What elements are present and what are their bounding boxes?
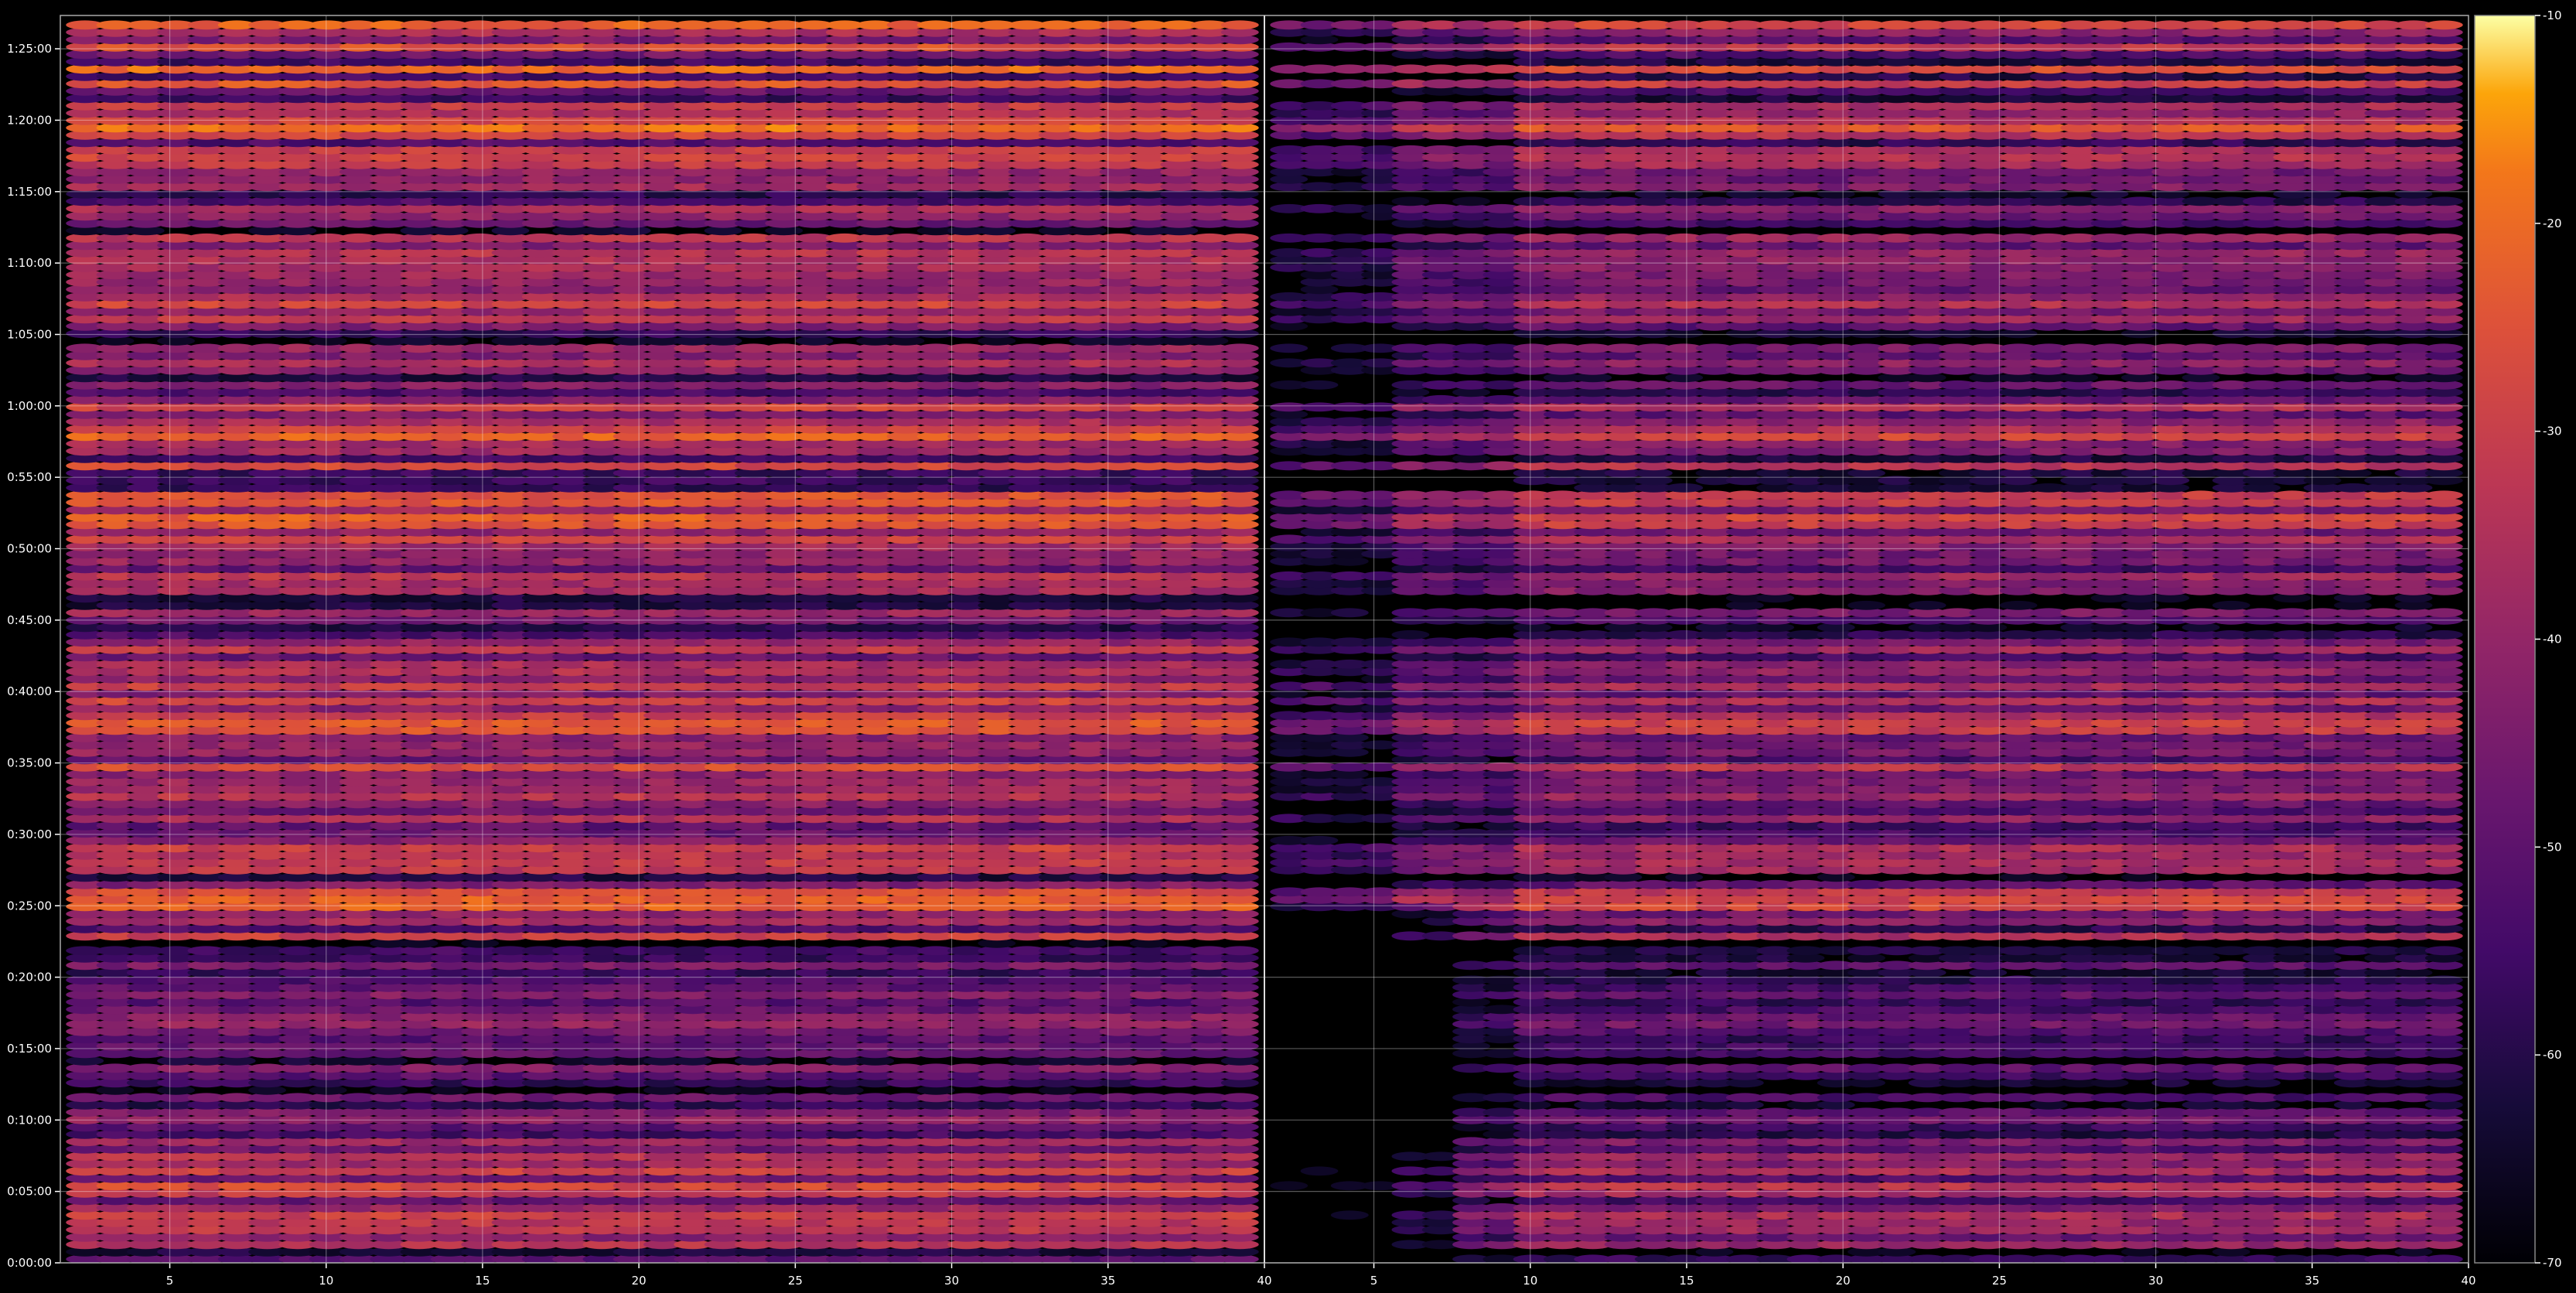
panel-left-cells [66,20,1259,1263]
heatmap-cell [1220,343,1259,353]
heatmap-cell [1220,1093,1259,1103]
heatmap-cell [1220,946,1259,956]
heatmap-figure: 5 10 15 20 25 30 35 40 5 10 15 20 25 30 35 40 0:00:000… [0,0,2576,1293]
panel-left: 5 10 15 20 25 30 35 40 [60,15,1272,1288]
